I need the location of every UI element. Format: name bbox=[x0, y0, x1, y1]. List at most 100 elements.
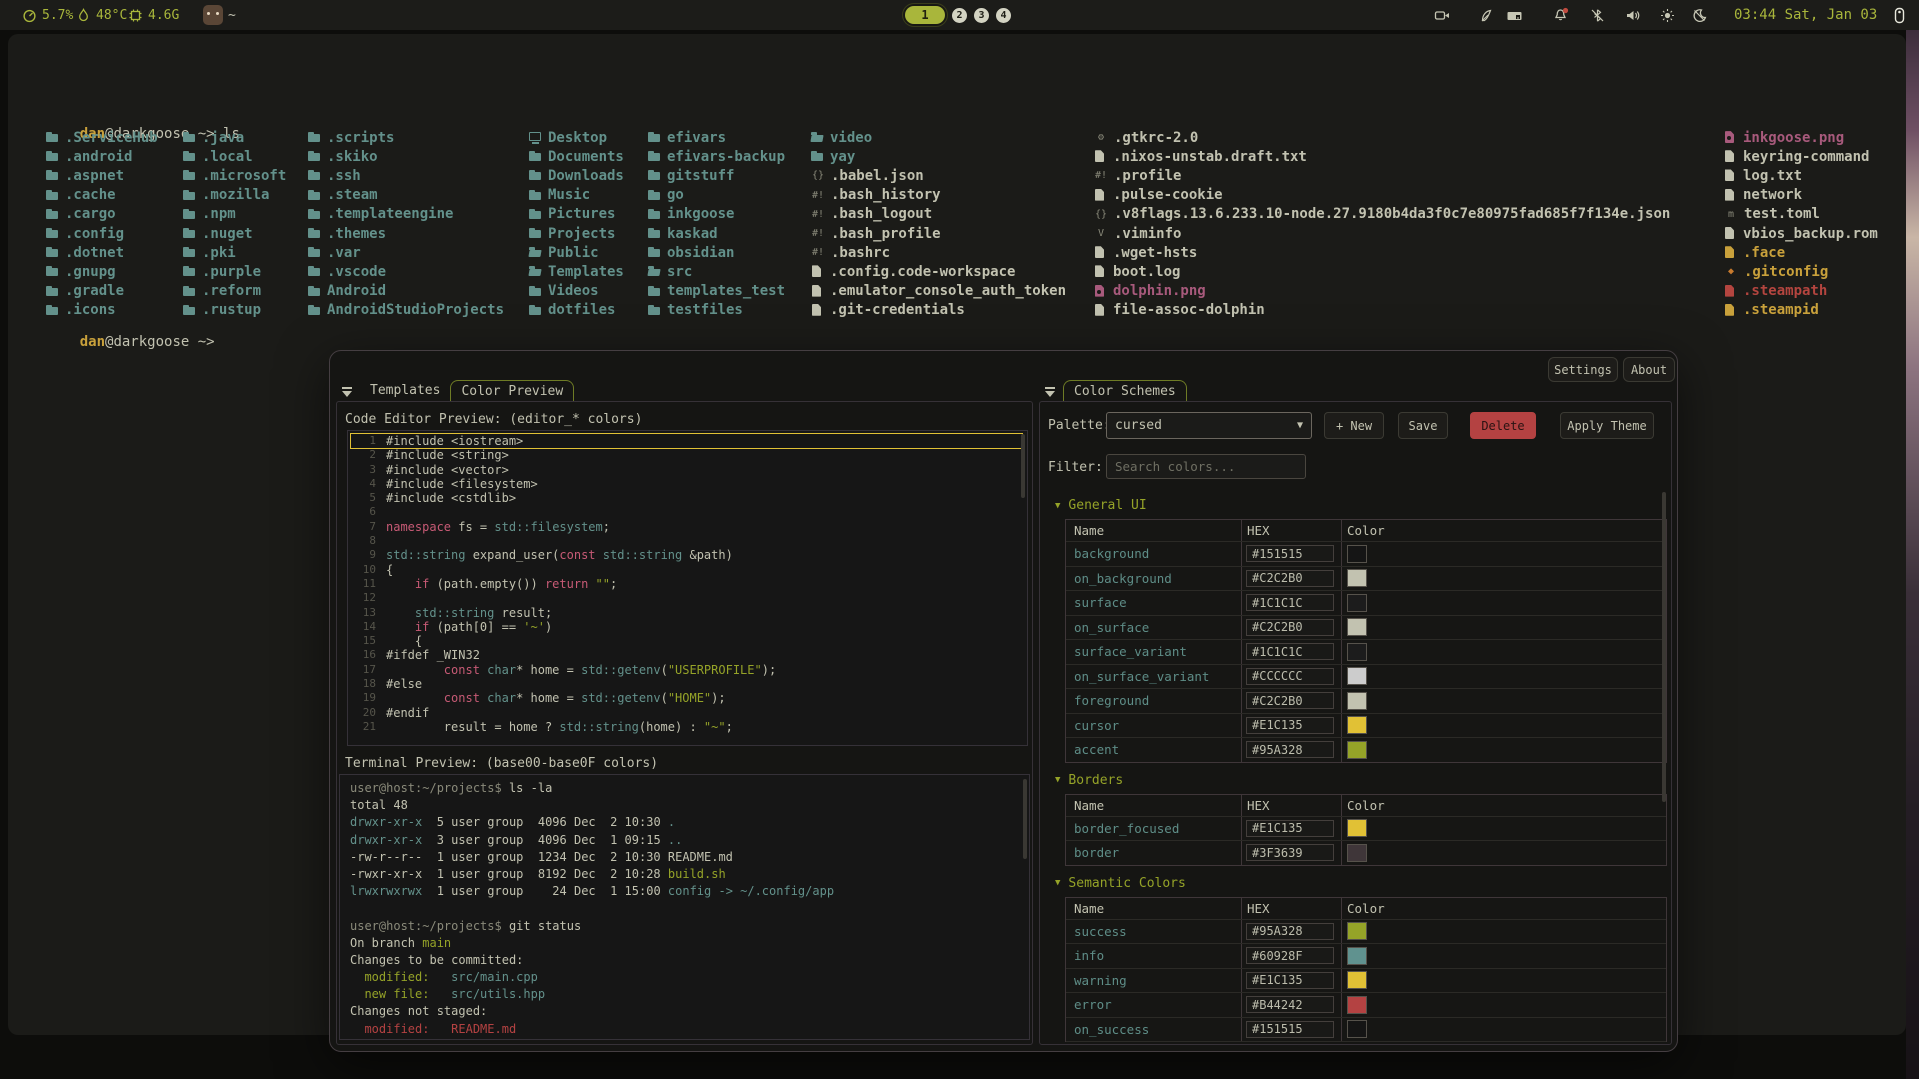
color-row[interactable]: on_surface_variant#CCCCCC bbox=[1066, 664, 1666, 689]
file-item[interactable]: Desktop bbox=[529, 128, 624, 147]
file-item[interactable]: .steam bbox=[308, 186, 504, 205]
color-row[interactable]: foreground#C2C2B0 bbox=[1066, 688, 1666, 713]
panel-scrollbar[interactable] bbox=[1662, 492, 1666, 802]
file-item[interactable]: .local bbox=[183, 147, 286, 166]
file-item[interactable]: obsidian bbox=[648, 243, 785, 262]
collapse-triangle-icon[interactable]: ▼ bbox=[1055, 775, 1060, 785]
file-item[interactable]: .mozilla bbox=[183, 186, 286, 205]
color-swatch[interactable] bbox=[1347, 594, 1367, 612]
file-item[interactable]: .steampid bbox=[1724, 301, 1878, 320]
file-item[interactable]: .face bbox=[1724, 243, 1878, 262]
workspace-3[interactable]: 3 bbox=[974, 8, 989, 23]
workspace-4[interactable]: 4 bbox=[996, 8, 1011, 23]
file-item[interactable]: vbios_backup.rom bbox=[1724, 224, 1878, 243]
file-item[interactable]: ⚙.gtkrc-2.0 bbox=[1094, 128, 1670, 147]
file-item[interactable]: kaskad bbox=[648, 224, 785, 243]
section-header[interactable]: ▼Borders bbox=[1055, 773, 1671, 788]
file-item[interactable]: .skiko bbox=[308, 147, 504, 166]
file-item[interactable]: keyring-command bbox=[1724, 147, 1878, 166]
color-row[interactable]: error#B44242 bbox=[1066, 992, 1666, 1017]
color-swatch[interactable] bbox=[1347, 716, 1367, 734]
color-swatch[interactable] bbox=[1347, 692, 1367, 710]
file-item[interactable]: inkgoose bbox=[648, 205, 785, 224]
file-item[interactable]: .gradle bbox=[46, 282, 158, 301]
file-item[interactable]: .scripts bbox=[308, 128, 504, 147]
hex-value-field[interactable]: #E1C135 bbox=[1246, 717, 1334, 734]
file-item[interactable]: V.viminfo bbox=[1094, 224, 1670, 243]
file-item[interactable]: .ssh bbox=[308, 166, 504, 185]
file-item[interactable]: Projects bbox=[529, 224, 624, 243]
file-item[interactable]: .cargo bbox=[46, 205, 158, 224]
file-item[interactable]: #!.bash_logout bbox=[811, 205, 1066, 224]
file-item[interactable]: .npm bbox=[183, 205, 286, 224]
file-item[interactable]: #!.profile bbox=[1094, 166, 1670, 185]
file-item[interactable]: .pulse-cookie bbox=[1094, 186, 1670, 205]
bluetooth-off-icon[interactable] bbox=[1590, 8, 1605, 23]
file-item[interactable]: .ServiceHub bbox=[46, 128, 158, 147]
file-item[interactable]: .reform bbox=[183, 282, 286, 301]
workspace-2[interactable]: 2 bbox=[952, 8, 967, 23]
hex-value-field[interactable]: #E1C135 bbox=[1246, 972, 1334, 989]
brightness-icon[interactable] bbox=[1660, 8, 1675, 23]
save-button[interactable]: Save bbox=[1398, 412, 1448, 439]
color-swatch[interactable] bbox=[1347, 947, 1367, 965]
file-item[interactable]: .aspnet bbox=[46, 166, 158, 185]
settings-button[interactable]: Settings bbox=[1548, 357, 1618, 382]
hex-value-field[interactable]: #C2C2B0 bbox=[1246, 619, 1334, 636]
file-item[interactable]: log.txt bbox=[1724, 166, 1878, 185]
delete-button[interactable]: Delete bbox=[1470, 412, 1536, 439]
tray-goose-icon[interactable] bbox=[1893, 7, 1906, 24]
file-item[interactable]: .pki bbox=[183, 243, 286, 262]
file-item[interactable]: efivars bbox=[648, 128, 785, 147]
file-item[interactable]: Android bbox=[308, 282, 504, 301]
file-item[interactable]: .config bbox=[46, 224, 158, 243]
color-row[interactable]: on_success#151515 bbox=[1066, 1017, 1666, 1042]
color-swatch[interactable] bbox=[1347, 569, 1367, 587]
color-swatch[interactable] bbox=[1347, 545, 1367, 563]
file-item[interactable]: network bbox=[1724, 186, 1878, 205]
file-item[interactable]: Music bbox=[529, 186, 624, 205]
file-item[interactable]: .nixos-unstab.draft.txt bbox=[1094, 147, 1670, 166]
color-row[interactable]: on_background#C2C2B0 bbox=[1066, 566, 1666, 591]
file-item[interactable]: .android bbox=[46, 147, 158, 166]
file-item[interactable]: Pictures bbox=[529, 205, 624, 224]
apply-theme-button[interactable]: Apply Theme bbox=[1560, 412, 1654, 439]
file-item[interactable]: mtest.toml bbox=[1724, 205, 1878, 224]
tab-color-preview[interactable]: Color Preview bbox=[450, 380, 574, 403]
hex-value-field[interactable]: #95A328 bbox=[1246, 741, 1334, 758]
color-swatch[interactable] bbox=[1347, 643, 1367, 661]
file-item[interactable]: yay bbox=[811, 147, 1066, 166]
tab-color-schemes[interactable]: Color Schemes bbox=[1063, 380, 1187, 403]
file-item[interactable]: .config.code-workspace bbox=[811, 262, 1066, 281]
file-item[interactable]: .icons bbox=[46, 301, 158, 320]
hex-value-field[interactable]: #151515 bbox=[1246, 1021, 1334, 1038]
file-item[interactable]: src bbox=[648, 262, 785, 281]
hex-value-field[interactable]: #1C1C1C bbox=[1246, 643, 1334, 660]
color-row[interactable]: surface#1C1C1C bbox=[1066, 590, 1666, 615]
terminal-window[interactable]: dan@darkgoose ~> ls .ServiceHub.android.… bbox=[8, 34, 1906, 1035]
notification-bell-icon[interactable] bbox=[1553, 7, 1570, 23]
file-item[interactable]: dolphin.png bbox=[1094, 282, 1670, 301]
file-item[interactable]: .microsoft bbox=[183, 166, 286, 185]
color-row[interactable]: border_focused#E1C135 bbox=[1066, 816, 1666, 841]
color-row[interactable]: background#151515 bbox=[1066, 541, 1666, 566]
color-row[interactable]: surface_variant#1C1C1C bbox=[1066, 639, 1666, 664]
file-item[interactable]: {}.babel.json bbox=[811, 166, 1066, 185]
hex-value-field[interactable]: #E1C135 bbox=[1246, 820, 1334, 837]
hex-value-field[interactable]: #C2C2B0 bbox=[1246, 692, 1334, 709]
file-item[interactable]: video bbox=[811, 128, 1066, 147]
color-row[interactable]: on_info#151515 bbox=[1066, 1041, 1666, 1042]
feather-icon[interactable] bbox=[1479, 8, 1494, 23]
file-item[interactable]: .java bbox=[183, 128, 286, 147]
new-palette-button[interactable]: + New bbox=[1324, 412, 1384, 439]
file-item[interactable]: go bbox=[648, 186, 785, 205]
notebook-menu-icon[interactable] bbox=[1043, 385, 1057, 399]
color-swatch[interactable] bbox=[1347, 844, 1367, 862]
file-item[interactable]: .wget-hsts bbox=[1094, 243, 1670, 262]
file-item[interactable]: .purple bbox=[183, 262, 286, 281]
file-item[interactable]: .vscode bbox=[308, 262, 504, 281]
file-item[interactable]: #!.bash_profile bbox=[811, 224, 1066, 243]
color-swatch[interactable] bbox=[1347, 618, 1367, 636]
color-swatch[interactable] bbox=[1347, 1020, 1367, 1038]
color-swatch[interactable] bbox=[1347, 922, 1367, 940]
